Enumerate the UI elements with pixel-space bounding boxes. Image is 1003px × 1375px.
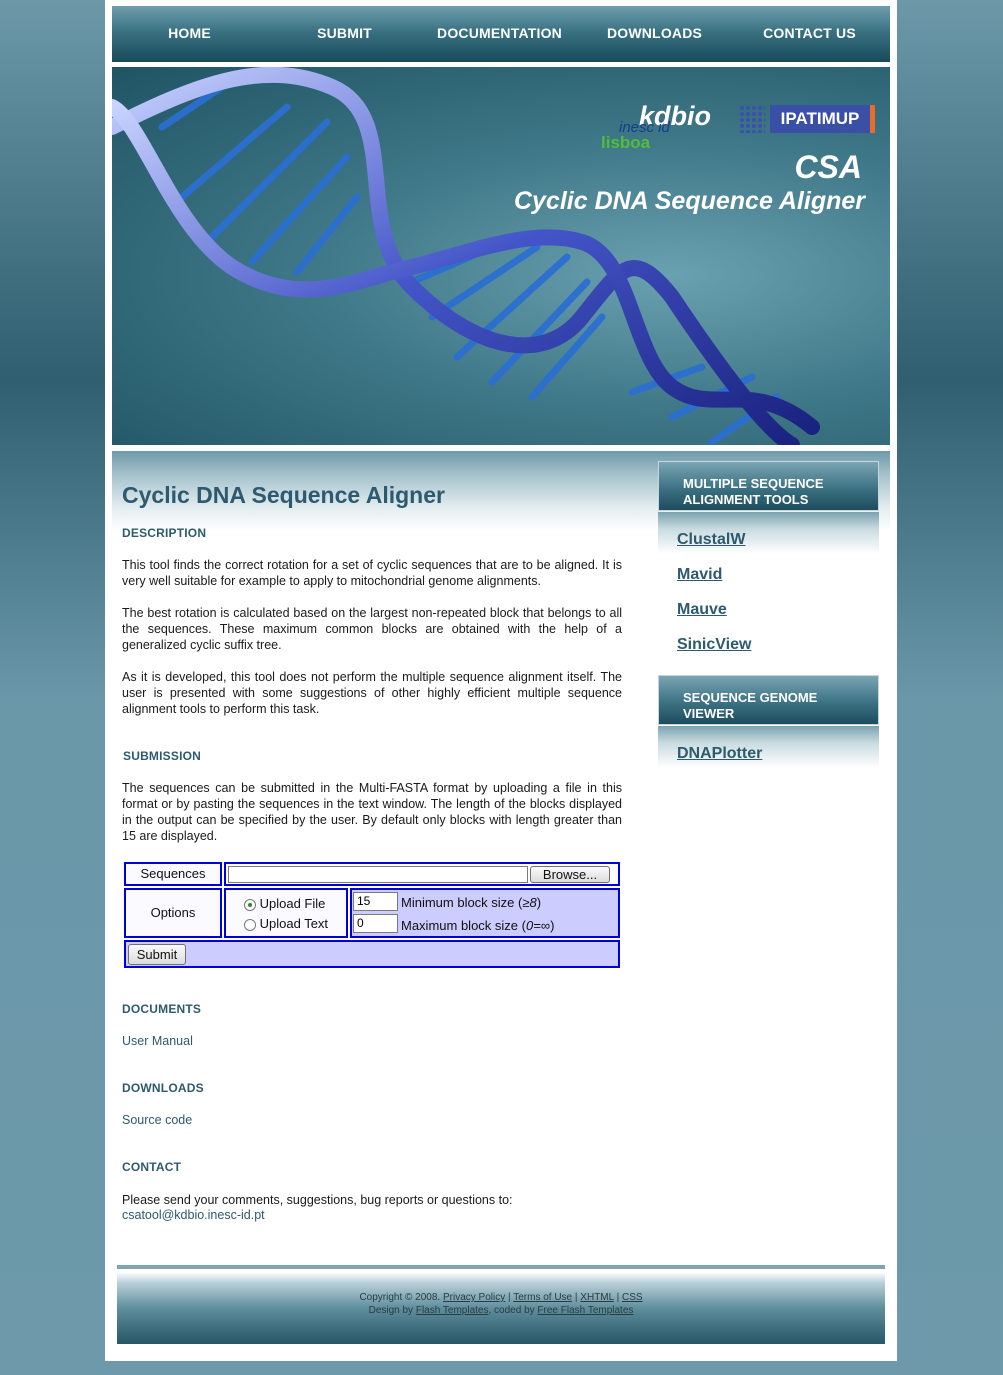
nav-submit[interactable]: SUBMIT — [267, 6, 422, 41]
submission-paragraph: The sequences can be submitted in the Mu… — [122, 781, 622, 843]
nav-home[interactable]: HOME — [112, 6, 267, 41]
upload-text-label: Upload Text — [259, 916, 329, 931]
kdbio-logo: kdbio inesc id lisboa — [561, 97, 721, 157]
sidebar-link-mavid[interactable]: Mavid — [677, 566, 722, 584]
browse-button[interactable]: Browse... — [530, 866, 610, 883]
lisboa-logo-text: lisboa — [601, 133, 651, 152]
sequences-label-cell: Sequences — [124, 862, 222, 886]
description-paragraph-2: The best rotation is calculated based on… — [122, 606, 622, 652]
msa-tools-heading-line-1: MULTIPLE SEQUENCE — [683, 476, 824, 491]
max-label-symbol: 0=∞ — [525, 918, 551, 933]
css-link[interactable]: CSS — [622, 1292, 643, 1303]
downloads-heading: DOWNLOADS — [122, 1081, 204, 1095]
copyright-text: Copyright © 2008. — [359, 1292, 441, 1303]
upload-mode-cell: Upload File Upload Text — [224, 888, 348, 938]
contact-email-link[interactable]: csatool@kdbio.inesc-id.pt — [122, 1208, 265, 1222]
footer: Copyright © 2008. Privacy Policy | Terms… — [117, 1272, 885, 1344]
source-code-link[interactable]: Source code — [122, 1113, 192, 1127]
nav-documentation[interactable]: DOCUMENTATION — [422, 6, 577, 41]
upload-text-radio[interactable] — [244, 918, 256, 931]
footer-divider — [117, 1265, 885, 1269]
footer-line-1: Copyright © 2008. Privacy Policy | Terms… — [117, 1291, 885, 1304]
submission-heading: SUBMISSION — [123, 749, 202, 763]
header-banner: kdbio inesc id lisboa IPATIMUP CSA Cycli… — [112, 67, 890, 445]
coded-by-text: , coded by — [488, 1305, 535, 1316]
sequences-file-cell: Browse... — [224, 862, 620, 886]
footer-separator: | — [616, 1292, 620, 1303]
file-path-input[interactable] — [228, 866, 528, 883]
privacy-policy-link[interactable]: Privacy Policy — [443, 1292, 505, 1303]
banner-subtitle: Cyclic DNA Sequence Aligner — [513, 187, 865, 215]
genome-viewer-heading: SEQUENCE GENOME VIEWER — [658, 675, 879, 725]
flash-templates-link[interactable]: Flash Templates — [416, 1305, 489, 1316]
block-size-cell: 15 Minimum block size (≥8) 0 Maximum blo… — [350, 888, 620, 938]
description-paragraph-3: As it is developed, this tool does not p… — [122, 670, 622, 716]
options-label-cell: Options — [124, 888, 222, 938]
max-label-text: Maximum block size ( — [401, 918, 526, 933]
ipatimup-logo-text: IPATIMUP — [770, 105, 875, 133]
min-block-size-label: Minimum block size (≥8) — [401, 895, 541, 910]
page-title: Cyclic DNA Sequence Aligner — [122, 482, 445, 508]
description-heading: DESCRIPTION — [122, 526, 207, 540]
main-content: Cyclic DNA Sequence Aligner — [122, 482, 622, 509]
documents-heading: DOCUMENTS — [122, 1002, 202, 1016]
ipatimup-logo: IPATIMUP — [739, 105, 881, 133]
upload-file-option[interactable]: Upload File — [244, 896, 325, 911]
sidebar-link-dnaplotter[interactable]: DNAPlotter — [677, 745, 762, 763]
upload-file-label: Upload File — [259, 896, 326, 911]
contact-heading: CONTACT — [122, 1160, 182, 1174]
footer-separator: | — [508, 1292, 511, 1303]
min-block-size-input[interactable]: 15 — [353, 892, 398, 911]
msa-tools-heading-line-2: ALIGNMENT TOOLS — [683, 492, 809, 507]
submit-button[interactable]: Submit — [128, 944, 186, 965]
footer-line-2: Design by Flash Templates, coded by Free… — [117, 1304, 885, 1317]
xhtml-link[interactable]: XHTML — [580, 1292, 614, 1303]
sequences-label: Sequences — [140, 866, 206, 881]
nav-downloads[interactable]: DOWNLOADS — [577, 6, 732, 41]
ipatimup-dots-icon — [739, 105, 765, 133]
genome-viewer-heading-line-2: VIEWER — [683, 706, 735, 721]
sidebar-link-mauve[interactable]: Mauve — [677, 601, 727, 619]
contact-paragraph: Please send your comments, suggestions, … — [122, 1193, 513, 1207]
sidebar-link-sinicview[interactable]: SinicView — [677, 636, 751, 654]
options-label: Options — [150, 905, 196, 920]
page-container: HOME SUBMIT DOCUMENTATION DOWNLOADS CONT… — [105, 0, 897, 1361]
upload-file-radio[interactable] — [244, 898, 256, 911]
min-label-text: Minimum block size ( — [401, 895, 523, 910]
max-block-size-input[interactable]: 0 — [353, 914, 398, 933]
genome-viewer-heading-line-1: SEQUENCE GENOME — [683, 690, 818, 705]
sidebar-link-clustalw[interactable]: ClustalW — [677, 531, 745, 549]
submit-row: Submit — [124, 940, 620, 968]
design-by-text: Design by — [368, 1305, 414, 1316]
top-navigation: HOME SUBMIT DOCUMENTATION DOWNLOADS CONT… — [112, 6, 890, 62]
user-manual-link[interactable]: User Manual — [122, 1034, 193, 1048]
min-label-symbol: ≥8 — [522, 895, 537, 910]
min-label-close: ) — [536, 895, 542, 910]
max-label-close: ) — [550, 918, 555, 933]
max-block-size-label: Maximum block size (0=∞) — [401, 918, 554, 933]
terms-of-use-link[interactable]: Terms of Use — [513, 1292, 572, 1303]
description-paragraph-1: This tool finds the correct rotation for… — [122, 558, 622, 588]
free-flash-templates-link[interactable]: Free Flash Templates — [537, 1305, 633, 1316]
banner-title: CSA — [794, 149, 862, 185]
msa-tools-heading: MULTIPLE SEQUENCE ALIGNMENT TOOLS — [658, 461, 879, 511]
upload-text-option[interactable]: Upload Text — [244, 916, 328, 931]
footer-separator: | — [574, 1292, 578, 1303]
nav-contact-us[interactable]: CONTACT US — [732, 6, 887, 41]
